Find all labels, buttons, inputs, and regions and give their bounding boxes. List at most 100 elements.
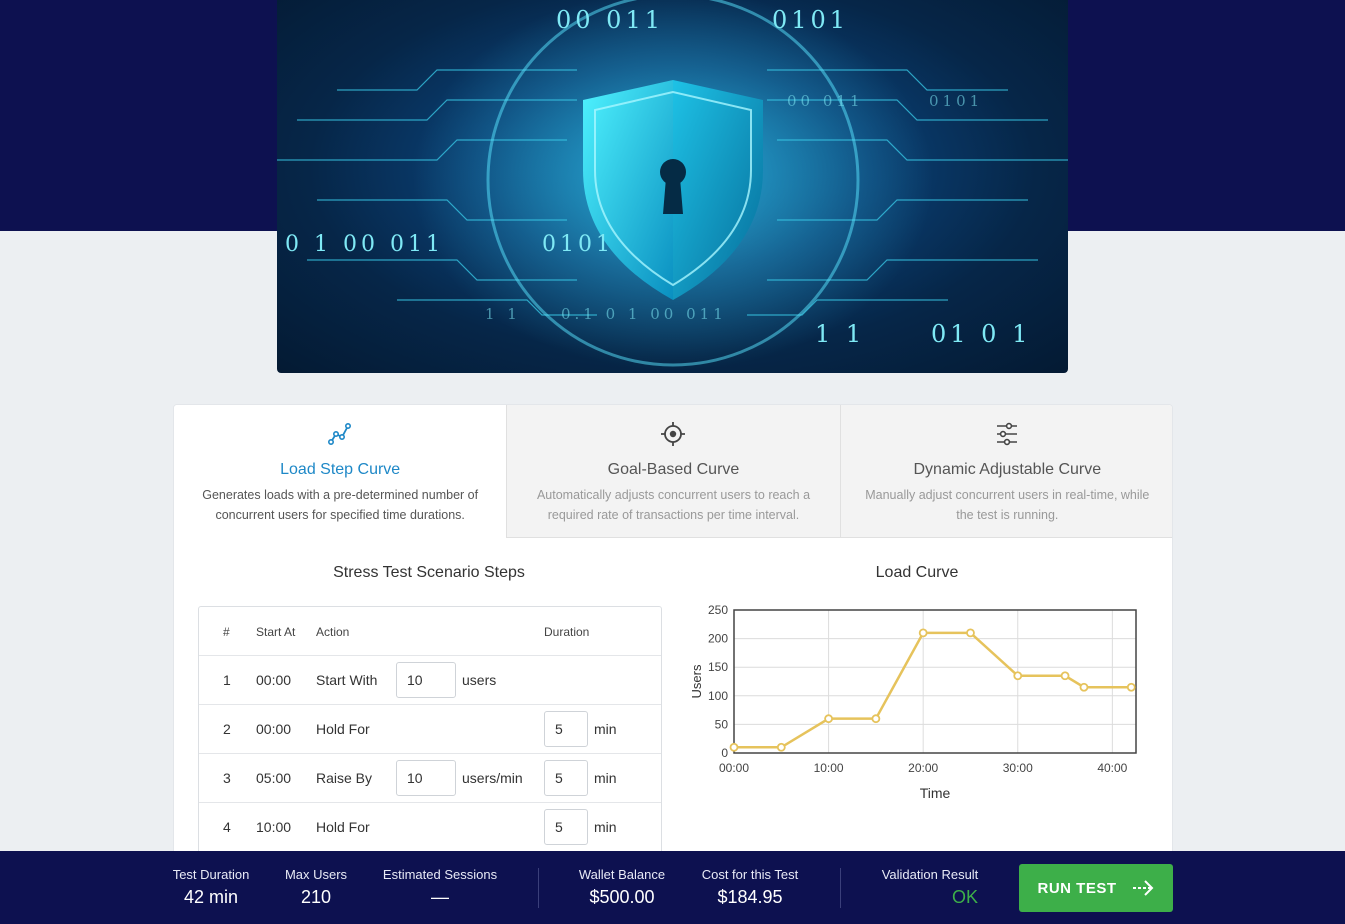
step-start: 10:00	[256, 819, 292, 835]
x-tick-label: 20:00	[908, 761, 938, 775]
duration-unit: min	[594, 721, 617, 737]
step-action: Raise By	[316, 770, 373, 786]
x-tick-label: 00:00	[719, 761, 749, 775]
stat-label: Cost for this Test	[701, 867, 799, 882]
binary-text: 0 1 00 011	[285, 232, 444, 257]
y-tick-label: 150	[708, 660, 728, 674]
validation-stat: Validation Result OK	[874, 867, 986, 908]
binary-text: 0.1 0 1 00 011	[561, 305, 727, 323]
tab-title: Goal-Based Curve	[607, 461, 740, 478]
cost-stat: Cost for this Test $184.95	[696, 867, 804, 908]
data-point	[1013, 671, 1023, 681]
target-icon	[661, 422, 686, 446]
summary-footer: Test Duration 42 min Max Users 210 Estim…	[0, 851, 1345, 924]
duration-input[interactable]: 5	[544, 760, 588, 796]
tab-load-step-curve[interactable]: Load Step Curve Generates loads with a p…	[174, 405, 508, 538]
users-input[interactable]: 10	[396, 760, 456, 796]
data-point	[871, 714, 881, 724]
data-point	[918, 628, 928, 638]
tab-description: Generates loads with a pre-determined nu…	[202, 488, 479, 522]
y-tick-label: 0	[721, 746, 728, 760]
tab-dynamic-adjustable-curve[interactable]: Dynamic Adjustable Curve Manually adjust…	[840, 405, 1172, 538]
step-start: 05:00	[256, 770, 292, 786]
duration-input[interactable]: 5	[544, 809, 588, 845]
stat-label: Max Users	[284, 867, 348, 882]
tab-goal-based-curve[interactable]: Goal-Based Curve Automatically adjusts c…	[507, 405, 841, 538]
y-tick-label: 50	[715, 717, 729, 731]
binary-text: 00 011	[787, 92, 864, 110]
tab-description: Automatically adjusts concurrent users t…	[536, 488, 811, 522]
data-point	[729, 742, 739, 752]
stat-value: 210	[300, 887, 332, 907]
stat-value: 42 min	[183, 887, 239, 907]
data-point	[824, 714, 833, 724]
tab-title: Load Step Curve	[280, 461, 401, 478]
col-duration: Duration	[544, 625, 590, 639]
step-action: Start With	[316, 672, 378, 688]
binary-text: 0101	[542, 232, 614, 257]
users-input[interactable]: 10	[396, 662, 456, 698]
step-num: 2	[223, 721, 231, 737]
binary-text: 1 1	[485, 305, 521, 323]
stat-value: $184.95	[717, 887, 783, 907]
data-point	[1060, 671, 1070, 681]
run-test-button[interactable]: RUN TEST	[1019, 864, 1173, 912]
table-row: 1 00:00 Start With 10 users	[199, 656, 661, 705]
binary-text: 01 0 1	[931, 320, 1032, 348]
col-num: #	[223, 625, 230, 639]
x-tick-label: 10:00	[814, 761, 844, 775]
step-action: Hold For	[316, 721, 370, 737]
x-tick-label: 30:00	[1003, 761, 1033, 775]
binary-text: 0101	[772, 6, 850, 34]
series-line	[734, 631, 1132, 749]
step-action: Hold For	[316, 819, 370, 835]
table-row: 2 00:00 Hold For 5 min	[199, 705, 661, 754]
steps-title: Stress Test Scenario Steps	[333, 564, 525, 581]
stat-label: Validation Result	[881, 867, 979, 882]
col-start: Start At	[256, 625, 296, 639]
data-point	[1126, 682, 1136, 692]
tab-title: Dynamic Adjustable Curve	[913, 461, 1102, 478]
stat-label: Test Duration	[172, 867, 250, 882]
col-action: Action	[316, 625, 350, 639]
y-tick-label: 200	[708, 632, 728, 646]
estimated-sessions-stat: Estimated Sessions —	[378, 867, 502, 908]
data-point	[966, 628, 975, 638]
step-num: 4	[223, 819, 231, 835]
divider	[538, 868, 539, 908]
stat-label: Wallet Balance	[578, 867, 666, 882]
x-tick-label: 40:00	[1097, 761, 1127, 775]
curve-type-tabs: Load Step Curve Generates loads with a p…	[174, 405, 1172, 538]
binary-text: 0101	[929, 92, 984, 110]
step-num: 3	[223, 770, 231, 786]
duration-unit: min	[594, 819, 617, 835]
step-num: 1	[223, 672, 231, 688]
test-config-card: Load Step Curve Generates loads with a p…	[173, 404, 1173, 874]
stat-label: Estimated Sessions	[382, 867, 498, 882]
duration-input[interactable]: 5	[544, 711, 588, 747]
run-test-label: RUN TEST	[1037, 879, 1117, 897]
stat-value: $500.00	[589, 887, 655, 907]
binary-text: 1 1	[815, 320, 866, 348]
data-point	[776, 742, 786, 752]
step-start: 00:00	[256, 721, 292, 737]
table-header: # Start At Action Duration	[199, 607, 661, 656]
binary-text: 00 011	[556, 6, 664, 34]
chart-title: Load Curve	[875, 564, 959, 581]
y-axis-label: Users	[689, 664, 704, 698]
duration-unit: min	[594, 770, 617, 786]
y-tick-label: 100	[708, 689, 728, 703]
scenario-steps-table: # Start At Action Duration 1 00:00 Start…	[198, 606, 662, 866]
max-users-stat: Max Users 210	[280, 867, 352, 908]
x-axis-label: Time	[920, 785, 951, 801]
test-duration-stat: Test Duration 42 min	[168, 867, 254, 908]
sliders-icon	[997, 422, 1018, 446]
y-tick-label: 250	[708, 603, 728, 617]
users-unit: users/min	[462, 770, 523, 786]
tab-description: Manually adjust concurrent users in real…	[865, 488, 1150, 522]
arrow-right-icon	[1132, 880, 1153, 896]
table-row: 4 10:00 Hold For 5 min	[199, 803, 661, 852]
wallet-balance-stat: Wallet Balance $500.00	[574, 867, 670, 908]
step-start: 00:00	[256, 672, 292, 688]
load-curve-chart: 0 50 100 150 200 250 00:00 10:00 20:00 30:00 40:00…	[689, 603, 1137, 801]
